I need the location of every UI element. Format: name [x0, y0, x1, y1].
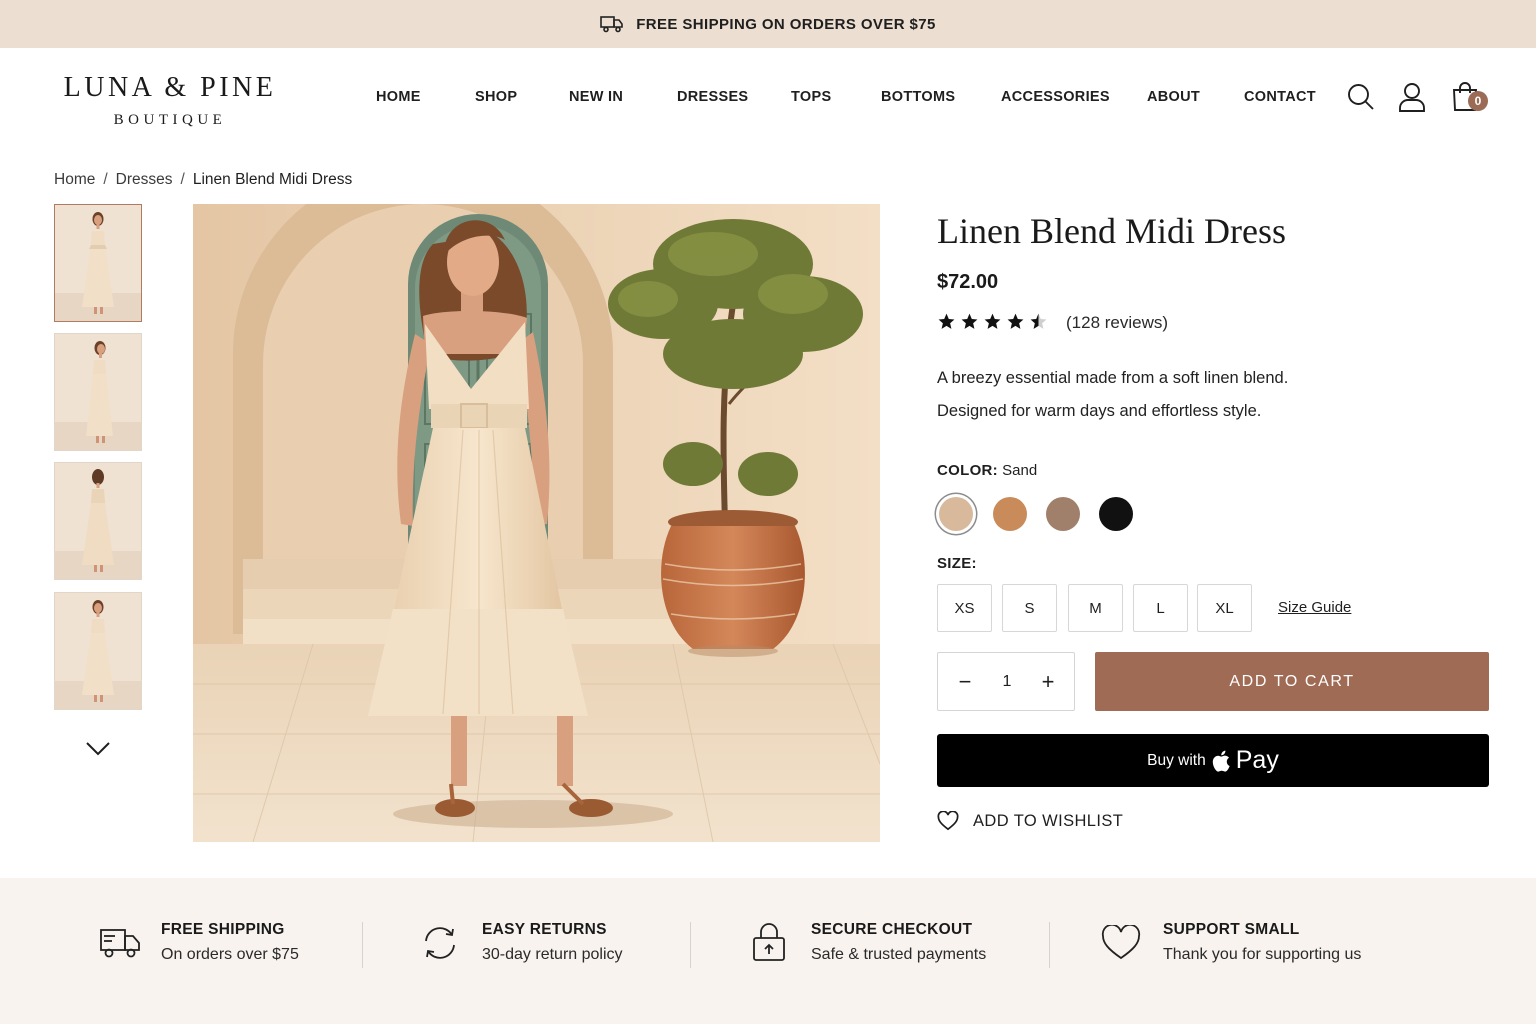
size-option-m[interactable]: M: [1068, 584, 1123, 632]
apple-pay-button[interactable]: Buy with Pay: [937, 734, 1489, 787]
feature-title: EASY RETURNS: [482, 921, 607, 938]
quantity-stepper: − +: [937, 652, 1075, 711]
quantity-decrease-button[interactable]: −: [950, 667, 980, 697]
nav-bottoms[interactable]: BOTTOMS: [881, 89, 955, 105]
color-swatch-mocha[interactable]: [1046, 497, 1080, 531]
description-line: A breezy essential made from a soft line…: [937, 369, 1289, 387]
feature-divider: [690, 922, 691, 968]
size-option-xs[interactable]: XS: [937, 584, 992, 632]
feature-title: FREE SHIPPING: [161, 921, 285, 938]
breadcrumb-current: Linen Blend Midi Dress: [192, 171, 353, 188]
truck-icon: [600, 16, 624, 33]
size-option-s[interactable]: S: [1002, 584, 1057, 632]
feature-subtitle: On orders over $75: [161, 946, 299, 963]
feature-title: SUPPORT SMALL: [1163, 921, 1300, 938]
quantity-input[interactable]: [992, 667, 1022, 697]
star-icon: [1007, 313, 1024, 329]
star-icon: [984, 313, 1001, 329]
account-icon[interactable]: [1398, 82, 1426, 112]
reviews-link[interactable]: (128 reviews): [1066, 313, 1168, 333]
color-swatch-sand[interactable]: [939, 497, 973, 531]
apple-pay-label: Pay: [1235, 746, 1279, 774]
search-icon[interactable]: [1346, 82, 1376, 112]
product-price: $72.00: [937, 271, 999, 293]
nav-shop[interactable]: SHOP: [475, 89, 517, 105]
apple-pay-prefix: Buy with: [1147, 751, 1206, 769]
brand-logo[interactable]: LUNA & PINE BOUTIQUE: [58, 73, 282, 129]
cart-count-badge: 0: [1468, 91, 1488, 111]
product-thumbnail-2[interactable]: [54, 333, 142, 451]
nav-dresses[interactable]: DRESSES: [677, 89, 748, 105]
dress-photo-thumbnail: [55, 463, 141, 579]
size-label: SIZE:: [937, 555, 977, 572]
breadcrumb-home[interactable]: Home: [54, 171, 95, 189]
breadcrumb-dresses[interactable]: Dresses: [116, 171, 173, 189]
product-thumbnail-4[interactable]: [54, 592, 142, 710]
nav-new-in[interactable]: NEW IN: [569, 89, 623, 105]
nav-accessories[interactable]: ACCESSORIES: [1001, 89, 1110, 105]
breadcrumb-separator: /: [103, 171, 108, 188]
color-swatch-caramel[interactable]: [993, 497, 1027, 531]
feature-subtitle: 30-day return policy: [482, 946, 623, 963]
nav-about[interactable]: ABOUT: [1147, 89, 1200, 105]
half-star-icon: [1030, 313, 1047, 329]
lock-icon: [753, 923, 785, 961]
feature-divider: [362, 922, 363, 968]
nav-home[interactable]: HOME: [376, 89, 421, 105]
announcement-text: FREE SHIPPING ON ORDERS OVER $75: [636, 15, 936, 33]
feature-divider: [1049, 922, 1050, 968]
chevron-down-icon[interactable]: [84, 738, 112, 758]
color-label: COLOR: Sand: [937, 462, 1037, 479]
size-option-l[interactable]: L: [1133, 584, 1188, 632]
product-description: A breezy essential made from a soft line…: [937, 362, 1288, 428]
dress-photo-thumbnail: [55, 334, 141, 450]
dress-photo-thumbnail: [55, 593, 141, 709]
color-selected-value: Sand: [1002, 462, 1038, 479]
product-thumbnail-3[interactable]: [54, 462, 142, 580]
product-title: Linen Blend Midi Dress: [937, 211, 1286, 251]
truck-icon: [100, 929, 140, 958]
size-label-text: SIZE:: [937, 555, 977, 572]
breadcrumb: Home / Dresses / Linen Blend Midi Dress: [54, 171, 352, 189]
breadcrumb-separator: /: [180, 171, 185, 188]
description-line: Designed for warm days and effortless st…: [937, 402, 1262, 420]
add-to-cart-button[interactable]: ADD TO CART: [1095, 652, 1489, 711]
main-product-image[interactable]: [193, 204, 880, 842]
site-header: LUNA & PINE BOUTIQUE HOME SHOP NEW IN DR…: [0, 48, 1536, 148]
add-to-wishlist-button[interactable]: ADD TO WISHLIST: [937, 811, 1123, 831]
dress-photo-thumbnail: [55, 205, 141, 321]
feature-subtitle: Safe & trusted payments: [811, 946, 987, 963]
star-icon: [938, 313, 955, 329]
dress-photo: [193, 204, 880, 842]
feature-title: SECURE CHECKOUT: [811, 921, 973, 938]
nav-tops[interactable]: TOPS: [791, 89, 831, 105]
brand-tagline: BOUTIQUE: [113, 112, 227, 128]
feature-subtitle: Thank you for supporting us: [1163, 946, 1362, 963]
size-guide-link[interactable]: Size Guide: [1278, 599, 1351, 616]
nav-contact[interactable]: CONTACT: [1244, 89, 1316, 105]
returns-icon: [425, 927, 455, 959]
star-icon: [961, 313, 978, 329]
size-option-xl[interactable]: XL: [1197, 584, 1252, 632]
color-swatch-black[interactable]: [1099, 497, 1133, 531]
product-thumbnail-1[interactable]: [54, 204, 142, 322]
features-bar: FREE SHIPPING On orders over $75 EASY RE…: [0, 878, 1536, 1024]
brand-name: LUNA & PINE: [63, 72, 277, 103]
quantity-increase-button[interactable]: +: [1033, 667, 1063, 697]
color-label-text: COLOR:: [937, 462, 998, 479]
heart-icon: [1101, 925, 1141, 960]
wishlist-label: ADD TO WISHLIST: [973, 811, 1124, 830]
announcement-bar: FREE SHIPPING ON ORDERS OVER $75: [0, 0, 1536, 48]
star-rating: [937, 312, 1048, 331]
apple-logo-icon: [1212, 750, 1230, 772]
heart-icon: [937, 811, 959, 831]
